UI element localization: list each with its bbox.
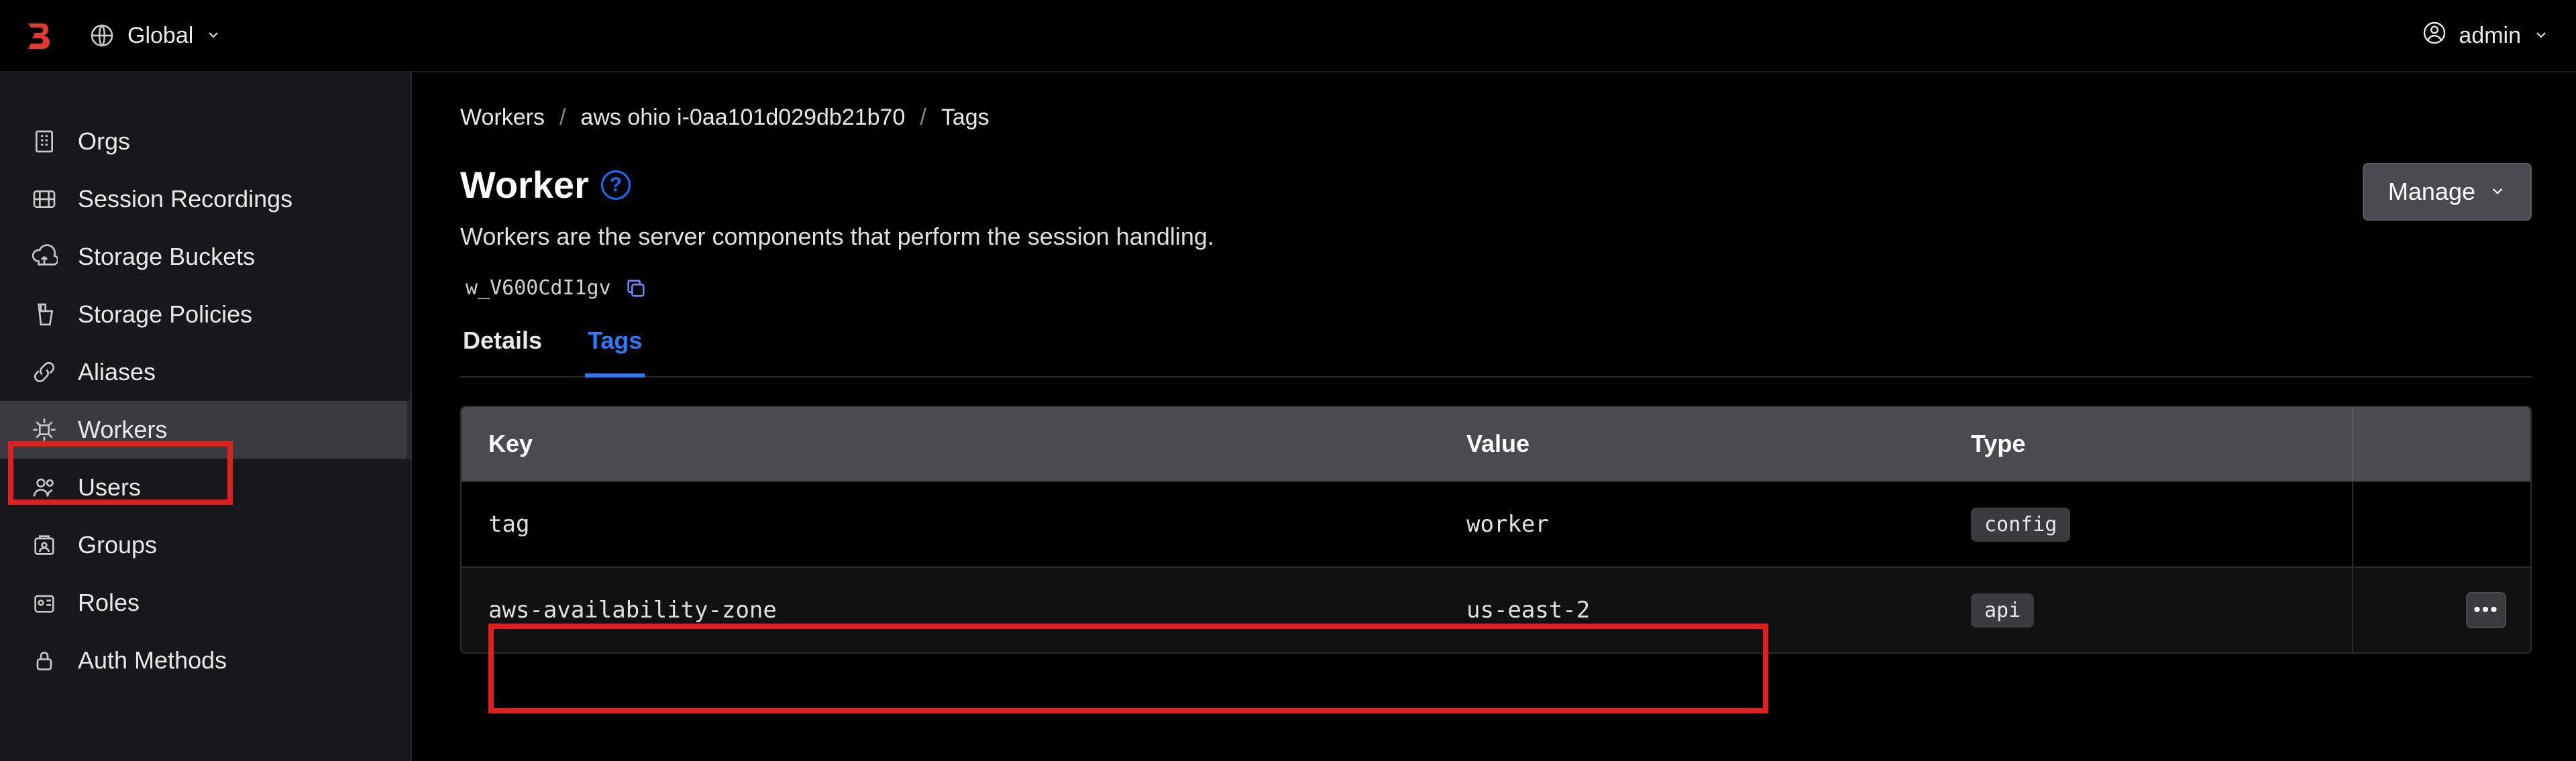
breadcrumb-link-workers[interactable]: Workers [460,105,545,131]
sidebar-item-aliases[interactable]: Aliases [0,343,411,401]
row-actions-cell: ••• [2352,568,2530,652]
table-header: Key Value Type [462,407,2530,481]
page-description: Workers are the server components that p… [460,223,2336,251]
tab-details[interactable]: Details [460,327,545,376]
recordings-icon [31,186,58,213]
manage-button[interactable]: Manage [2363,163,2532,221]
copy-icon[interactable] [625,277,647,300]
aliases-icon [31,359,58,386]
lock-icon [31,647,58,674]
sidebar-item-label: Auth Methods [78,646,227,675]
sidebar-item-orgs[interactable]: Orgs [0,113,411,170]
topbar: Global admin [0,0,2576,72]
manage-label: Manage [2388,178,2475,206]
tag-value: worker [1440,511,1944,538]
sidebar-item-groups[interactable]: Groups [0,516,411,574]
help-icon[interactable]: ? [601,170,631,200]
tab-tags[interactable]: Tags [585,327,645,377]
ellipsis-icon: ••• [2473,599,2499,622]
tag-type-cell: api [1944,593,2352,628]
table-row: aws-availability-zone us-east-2 api ••• [462,567,2530,652]
buckets-icon [31,243,58,270]
sidebar-item-users[interactable]: Users [0,459,411,516]
sidebar-item-workers[interactable]: Workers [0,401,411,459]
tags-table: Key Value Type tag worker config aws-ava… [460,406,2532,654]
sidebar-item-label: Storage Policies [78,300,252,329]
tag-value: us-east-2 [1440,597,1944,624]
sidebar-item-label: Groups [78,531,157,559]
column-header-type: Type [1944,430,2352,458]
sidebar-item-storage-policies[interactable]: Storage Policies [0,286,411,343]
type-pill: config [1971,508,2070,542]
table-row: tag worker config [462,481,2530,567]
sidebar-item-label: Storage Buckets [78,243,255,271]
workers-icon [31,416,58,443]
page-title: Worker [460,163,589,207]
row-actions-button[interactable]: ••• [2466,592,2506,628]
chevron-down-icon [2489,178,2506,206]
sidebar: Orgs Session Recordings Storage Buckets … [0,72,412,761]
scope-switcher[interactable]: Global [89,22,221,49]
breadcrumb-current: Tags [941,105,989,131]
sidebar-item-roles[interactable]: Roles [0,574,411,632]
policies-icon [31,301,58,328]
sidebar-item-label: Roles [78,589,140,617]
row-actions-cell [2352,482,2530,567]
column-header-actions [2352,407,2530,481]
scope-label: Global [127,23,193,49]
globe-icon [89,22,115,49]
groups-icon [31,532,58,559]
sidebar-item-label: Orgs [78,127,130,156]
main-content: Workers / aws ohio i-0aa101d029db21b70 /… [412,72,2576,761]
column-header-value: Value [1440,430,1944,458]
chevron-down-icon [205,23,221,49]
breadcrumb: Workers / aws ohio i-0aa101d029db21b70 /… [460,105,2532,131]
sidebar-item-storage-buckets[interactable]: Storage Buckets [0,228,411,286]
user-menu[interactable]: admin [2422,21,2549,51]
tag-key: aws-availability-zone [462,597,1440,624]
sidebar-item-auth-methods[interactable]: Auth Methods [0,632,411,689]
breadcrumb-link-worker[interactable]: aws ohio i-0aa101d029db21b70 [580,105,905,131]
tag-type-cell: config [1944,508,2352,542]
roles-icon [31,589,58,616]
sidebar-item-session-recordings[interactable]: Session Recordings [0,170,411,228]
orgs-icon [31,128,58,155]
type-pill: api [1971,593,2034,628]
breadcrumb-separator: / [920,105,926,131]
chevron-down-icon [2533,23,2549,49]
tabs: Details Tags [460,327,2532,377]
breadcrumb-separator: / [559,105,566,131]
column-header-key: Key [462,430,1440,458]
sidebar-item-label: Session Recordings [78,185,292,213]
product-logo[interactable] [21,19,54,52]
sidebar-item-label: Aliases [78,358,156,386]
tag-key: tag [462,511,1440,538]
user-icon [2422,21,2447,51]
sidebar-item-label: Workers [78,416,167,444]
users-icon [31,474,58,501]
worker-id: w_V600CdI1gv [466,276,611,300]
sidebar-item-label: Users [78,473,141,502]
user-label: admin [2459,23,2521,49]
